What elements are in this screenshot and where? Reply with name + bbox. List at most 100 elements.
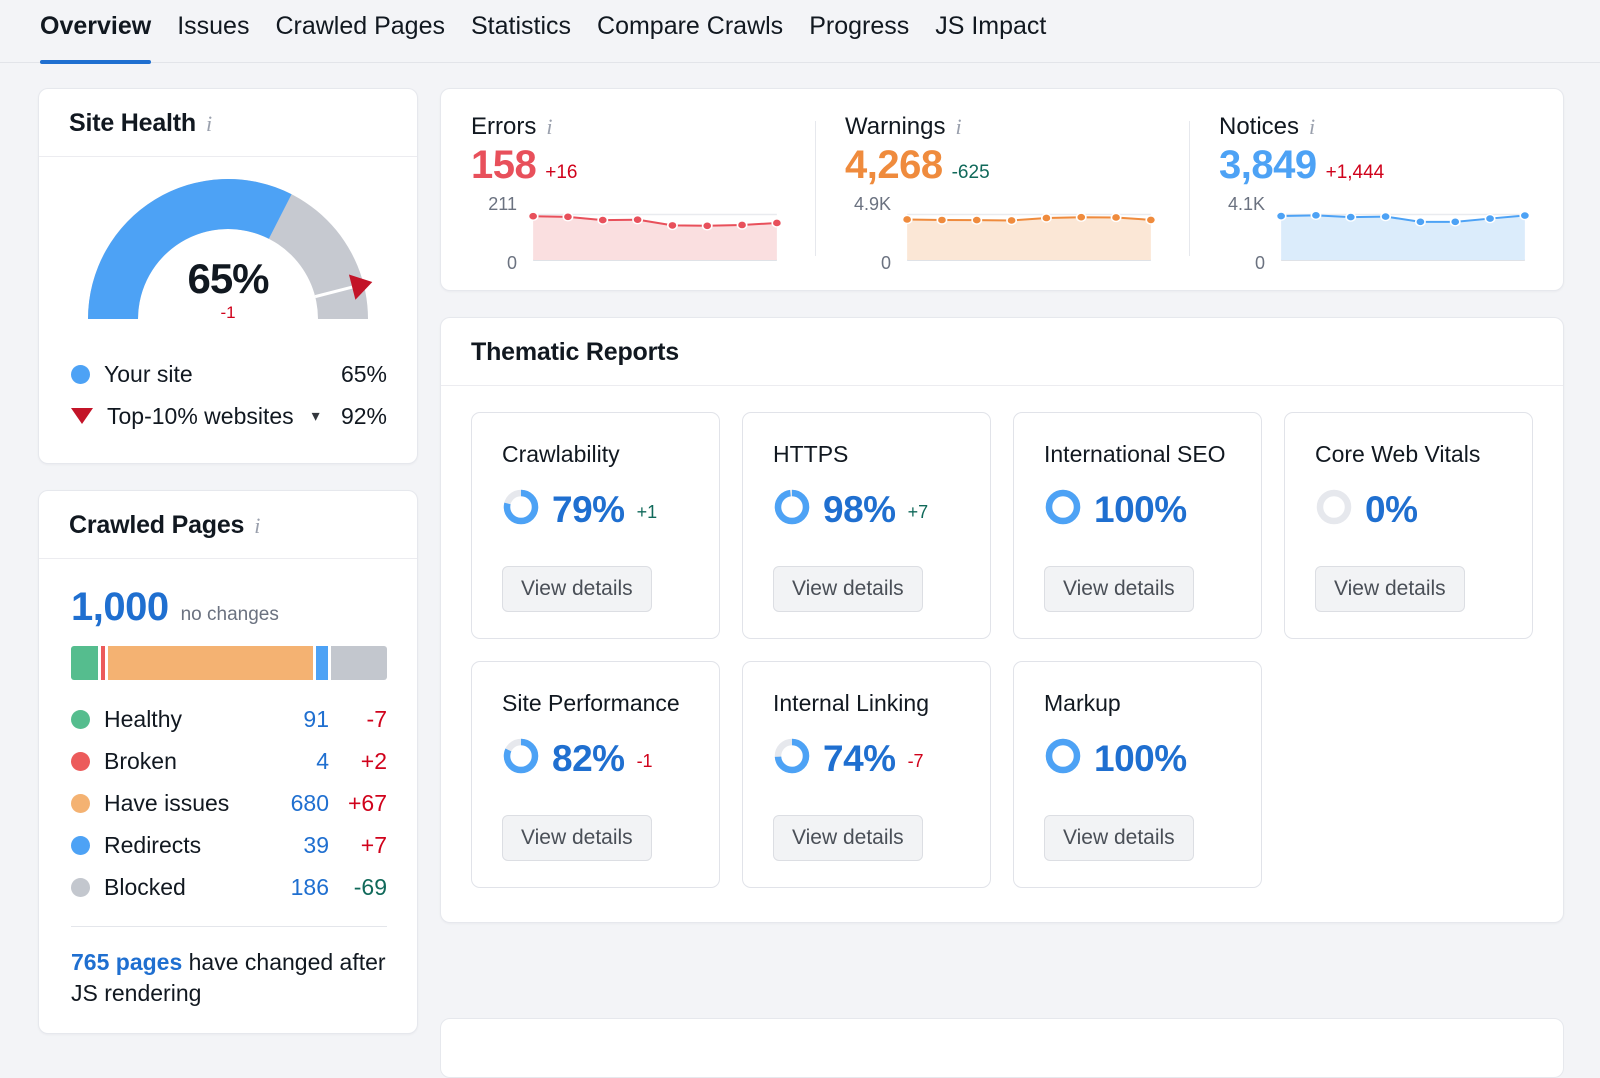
legend-row-top-websites[interactable]: Top-10% websites ▾ 92% <box>71 395 387 437</box>
ring-slot <box>1044 488 1082 531</box>
crawled-pages-header: Crawled Pages i <box>39 491 417 559</box>
crawled-pages-row[interactable]: Have issues680+67 <box>71 782 387 824</box>
row-label: Have issues <box>104 790 229 817</box>
stat-sparkline-wrap: 4.9K 0 <box>845 202 1159 264</box>
thematic-card-markup[interactable]: Markup 100% View details <box>1013 661 1262 888</box>
site-health-legend: Your site 65% Top-10% websites ▾ 92% <box>39 331 417 463</box>
info-icon[interactable]: i <box>1309 116 1315 138</box>
stat-label: Warnings <box>845 113 945 141</box>
thematic-card-score: 98% +7 <box>773 488 962 531</box>
row-label: Broken <box>104 748 177 775</box>
main-tabbar: OverviewIssuesCrawled PagesStatisticsCom… <box>0 0 1600 63</box>
segment-blocked <box>331 646 387 680</box>
thematic-card-https[interactable]: HTTPS 98% +7 View details <box>742 412 991 639</box>
crawled-pages-row[interactable]: Healthy91-7 <box>71 698 387 740</box>
legend-row-your-site: Your site 65% <box>71 353 387 395</box>
crawled-pages-row[interactable]: Broken4+2 <box>71 740 387 782</box>
stat-warnings: Warnings i 4,268 -625 4.9K 0 <box>815 113 1189 264</box>
sparkline-axis: 211 0 <box>471 202 525 264</box>
tab-overview[interactable]: Overview <box>40 14 164 63</box>
info-icon[interactable]: i <box>546 116 552 138</box>
thematic-card-title: International SEO <box>1044 441 1233 468</box>
thematic-card-score: 100% <box>1044 737 1233 780</box>
tab-compare-crawls[interactable]: Compare Crawls <box>584 14 796 63</box>
crawled-pages-row[interactable]: Blocked186-69 <box>71 866 387 908</box>
thematic-card-title: HTTPS <box>773 441 962 468</box>
thematic-card-crawlability[interactable]: Crawlability 79% +1 View details <box>471 412 720 639</box>
thematic-card-title: Internal Linking <box>773 690 962 717</box>
crawled-pages-body: 1,000 no changes Healthy91-7Broken4+2Hav… <box>39 559 417 1033</box>
site-health-card: Site Health i 65% -1 Your site <box>38 88 418 464</box>
stat-label: Errors <box>471 113 536 141</box>
axis-max-label: 4.9K <box>854 194 891 215</box>
site-health-title: Site Health <box>69 109 196 138</box>
thematic-card-percent: 74% <box>823 738 896 780</box>
stat-value: 4,268 <box>845 143 943 188</box>
issues-summary-card: Errors i 158 +16 211 0 Warnings i 4,26 <box>440 88 1564 291</box>
thematic-card-score: 100% <box>1044 488 1233 531</box>
sparkline-plot <box>525 202 785 264</box>
legend-value-your-site: 65% <box>341 361 387 388</box>
view-details-button[interactable]: View details <box>502 566 652 612</box>
thematic-card-percent: 100% <box>1094 489 1187 531</box>
sparkline-plot <box>1273 202 1533 264</box>
row-delta: -7 <box>329 706 387 733</box>
stat-errors: Errors i 158 +16 211 0 <box>441 113 815 264</box>
stat-notices: Notices i 3,849 +1,444 4.1K 0 <box>1189 113 1563 264</box>
stat-header: Errors i <box>471 113 785 141</box>
left-column: Site Health i 65% -1 Your site <box>38 88 418 1034</box>
info-icon[interactable]: i <box>955 116 961 138</box>
tab-issues[interactable]: Issues <box>164 14 262 63</box>
legend-value-top-websites: 92% <box>341 403 387 430</box>
score-ring-icon <box>1044 737 1082 775</box>
axis-max-label: 211 <box>488 194 517 215</box>
view-details-button[interactable]: View details <box>773 815 923 861</box>
crawled-pages-card: Crawled Pages i 1,000 no changes Healthy… <box>38 490 418 1034</box>
thematic-card-title: Core Web Vitals <box>1315 441 1504 468</box>
sparkline-chart <box>1273 202 1533 264</box>
score-ring-icon <box>502 488 540 526</box>
site-health-gauge: 65% -1 <box>78 179 378 331</box>
thematic-card-core-web-vitals[interactable]: Core Web Vitals 0% View details <box>1284 412 1533 639</box>
thematic-card-percent: 98% <box>823 489 896 531</box>
stat-value: 158 <box>471 143 536 188</box>
chevron-down-icon[interactable]: ▾ <box>312 406 320 426</box>
crawled-pages-row[interactable]: Redirects39+7 <box>71 824 387 866</box>
thematic-card-score: 74% -7 <box>773 737 962 780</box>
thematic-card-score: 0% <box>1315 488 1504 531</box>
view-details-button[interactable]: View details <box>773 566 923 612</box>
thematic-card-international-seo[interactable]: International SEO 100% View details <box>1013 412 1262 639</box>
thematic-card-site-performance[interactable]: Site Performance 82% -1 View details <box>471 661 720 888</box>
view-details-button[interactable]: View details <box>502 815 652 861</box>
stat-value-row: 4,268 -625 <box>845 143 1159 188</box>
tab-list: OverviewIssuesCrawled PagesStatisticsCom… <box>0 0 1600 63</box>
view-details-button[interactable]: View details <box>1044 815 1194 861</box>
status-dot-icon <box>71 836 90 855</box>
status-dot-icon <box>71 710 90 729</box>
tab-crawled-pages[interactable]: Crawled Pages <box>262 14 458 63</box>
info-icon[interactable]: i <box>254 515 260 537</box>
js-pages-link[interactable]: 765 pages <box>71 949 182 975</box>
view-details-button[interactable]: View details <box>1315 566 1465 612</box>
tab-progress[interactable]: Progress <box>796 14 922 63</box>
stat-label: Notices <box>1219 113 1299 141</box>
stat-delta: +16 <box>545 162 577 184</box>
segment-broken <box>101 646 105 680</box>
thematic-card-internal-linking[interactable]: Internal Linking 74% -7 View details <box>742 661 991 888</box>
info-icon[interactable]: i <box>206 113 212 135</box>
ring-slot <box>1315 488 1353 531</box>
sparkline-chart <box>899 202 1159 264</box>
stat-delta: +1,444 <box>1326 162 1385 184</box>
sparkline-axis: 4.9K 0 <box>845 202 899 264</box>
right-column: Errors i 158 +16 211 0 Warnings i 4,26 <box>440 88 1564 923</box>
axis-max-label: 4.1K <box>1228 194 1265 215</box>
view-details-button[interactable]: View details <box>1044 566 1194 612</box>
row-delta: -69 <box>329 874 387 901</box>
tab-js-impact[interactable]: JS Impact <box>922 14 1059 63</box>
site-health-gauge-wrap: 65% -1 <box>39 157 417 331</box>
row-label: Redirects <box>104 832 201 859</box>
issues-stats-strip: Errors i 158 +16 211 0 Warnings i 4,26 <box>441 89 1563 290</box>
tab-statistics[interactable]: Statistics <box>458 14 584 63</box>
row-count: 680 <box>267 790 329 817</box>
thematic-card-title: Crawlability <box>502 441 691 468</box>
